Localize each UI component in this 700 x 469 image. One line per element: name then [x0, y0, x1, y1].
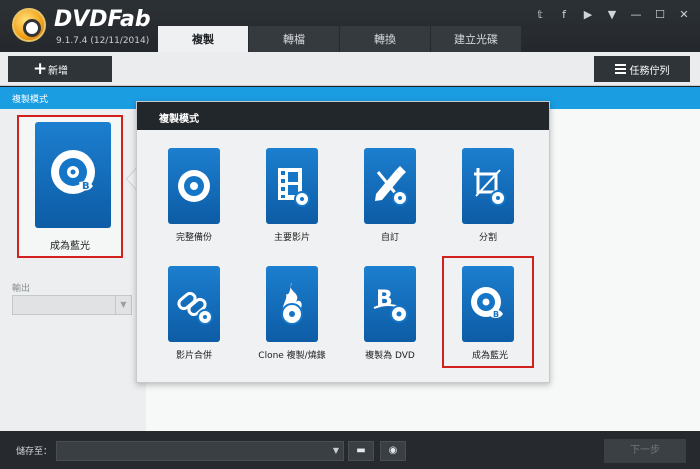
maximize-icon[interactable]: ☐	[654, 8, 666, 21]
mode-option-main-movie[interactable]: 主要影片	[255, 148, 335, 248]
youtube-icon[interactable]: ▶	[582, 8, 594, 21]
bluray-to-dvd-icon: B	[364, 266, 416, 342]
mode-option-label: 自訂	[380, 233, 399, 243]
output-label: 輸出	[12, 284, 31, 294]
menu-dropdown-icon[interactable]: ▼	[606, 8, 618, 21]
tab-ripper[interactable]: 轉檔	[249, 26, 339, 52]
selected-mode-label: 成為藍光	[50, 241, 90, 252]
save-to-disc-button[interactable]: ◉	[380, 441, 406, 461]
chevron-down-icon: ▼	[332, 446, 339, 455]
task-queue-label: 任務佇列	[629, 65, 670, 77]
save-path-select[interactable]: ▼	[56, 441, 344, 461]
next-button[interactable]: 下一步	[604, 439, 686, 463]
list-icon	[614, 64, 626, 74]
mode-option-label: 成為藍光	[471, 351, 508, 361]
mode-option-clone-burn[interactable]: Clone 複製/燒錄	[255, 266, 335, 366]
app-brand: DVDFab	[54, 7, 151, 32]
plus-icon: +	[33, 59, 48, 79]
mode-option-label: 複製為 DVD	[365, 351, 415, 361]
dvdfab-logo-icon	[12, 8, 46, 42]
save-to-label: 儲存至：	[16, 447, 53, 457]
task-queue-button[interactable]: 任務佇列	[594, 56, 690, 82]
mode-option-label: 分割	[478, 233, 497, 243]
mode-option-label: Clone 複製/燒錄	[258, 351, 326, 361]
folder-icon: ▬	[356, 445, 366, 456]
add-button-label: 新增	[48, 65, 68, 77]
crop-disc-icon	[462, 148, 514, 224]
mode-option-copy-to-dvd[interactable]: B 複製為 DVD	[353, 266, 433, 366]
mode-option-label: 主要影片	[273, 233, 310, 243]
mode-option-full-disc[interactable]: 完整備份	[157, 148, 237, 248]
selected-mode-card[interactable]: B 成為藍光	[17, 115, 123, 258]
chevron-down-icon: ▼	[115, 296, 131, 314]
title-bar: DVDFab 9.1.7.4 (12/11/2014) 複製 轉檔 轉換 建立光…	[0, 0, 700, 52]
mode-option-merge[interactable]: 影片合併	[157, 266, 237, 366]
pencil-disc-icon	[364, 148, 416, 224]
mode-option-split[interactable]: 分割	[451, 148, 531, 248]
toolbar: + 新增 任務佇列	[0, 52, 700, 86]
tab-copy[interactable]: 複製	[158, 26, 248, 52]
disc-settings-icon: ◉	[388, 445, 398, 456]
minimize-icon[interactable]: —	[630, 8, 642, 21]
browse-folder-button[interactable]: ▬	[348, 441, 374, 461]
window-controls: 𝕥 f ▶ ▼ — ☐ ✕	[534, 8, 690, 21]
mode-option-label: 完整備份	[175, 233, 212, 243]
close-icon[interactable]: ✕	[678, 8, 690, 21]
output-select[interactable]: ▼	[12, 295, 132, 315]
app-version: 9.1.7.4 (12/11/2014)	[56, 36, 150, 46]
main-tabs: 複製 轉檔 轉換 建立光碟	[158, 26, 522, 52]
twitter-icon[interactable]: 𝕥	[534, 8, 546, 21]
svg-text:B: B	[82, 181, 90, 192]
bottom-bar: 儲存至： ▼ ▬ ◉ 下一步	[0, 431, 700, 469]
film-disc-icon	[266, 148, 318, 224]
tab-creator[interactable]: 建立光碟	[431, 26, 521, 52]
flame-disc-icon	[266, 266, 318, 342]
add-button[interactable]: + 新增	[8, 56, 112, 82]
mode-option-to-bluray[interactable]: B 成為藍光	[442, 256, 534, 368]
tab-converter[interactable]: 轉換	[340, 26, 430, 52]
facebook-icon[interactable]: f	[558, 8, 570, 21]
mode-option-label: 影片合併	[175, 351, 212, 361]
dvd-to-bluray-icon: B	[35, 122, 111, 228]
svg-text:B: B	[376, 287, 393, 312]
link-disc-icon	[168, 266, 220, 342]
copy-mode-popup: 複製模式 完整備份 主要影片 自訂 分割 影片合併 Clone 複製/燒錄 B …	[136, 101, 550, 383]
disc-icon	[168, 148, 220, 224]
mode-option-customize[interactable]: 自訂	[353, 148, 433, 248]
popup-title: 複製模式	[137, 102, 549, 130]
dvd-to-bluray-icon: B	[462, 266, 514, 342]
svg-text:B: B	[493, 310, 499, 319]
